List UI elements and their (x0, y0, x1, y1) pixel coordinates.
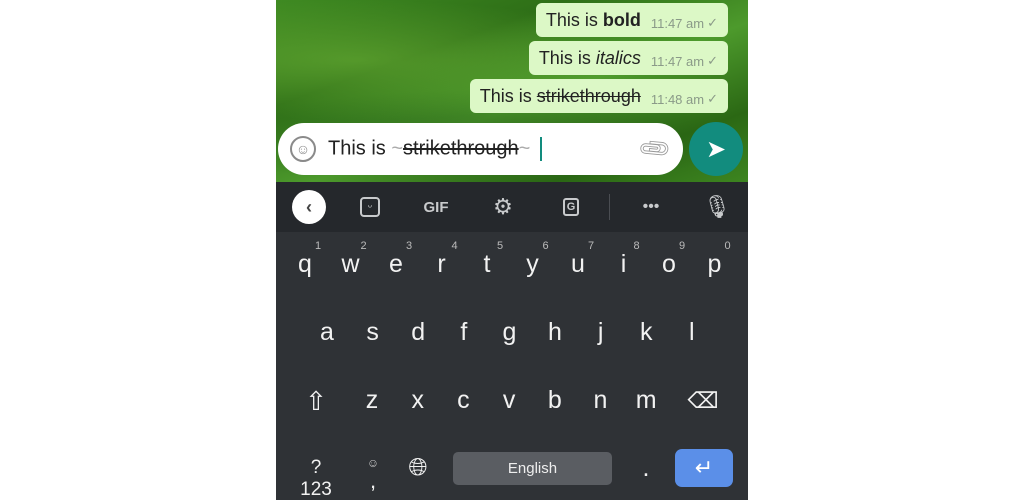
key-k[interactable]: k (626, 318, 666, 347)
sent-check-icon: ✓ (707, 15, 718, 30)
space-bar[interactable]: English (453, 452, 612, 485)
key-l[interactable]: l (672, 318, 712, 347)
key-u[interactable]: u (558, 250, 598, 279)
period-key[interactable]: . (626, 454, 666, 483)
message-bold-text: bold (602, 9, 641, 30)
key-j[interactable]: j (581, 318, 621, 347)
key-v[interactable]: v (489, 386, 529, 415)
message-bubble[interactable]: This is strikethrough 11:48 am ✓ (469, 79, 728, 113)
key-s[interactable]: s (353, 318, 393, 347)
key-z[interactable]: z (352, 386, 392, 415)
message-input[interactable]: ☺ This is ~strikethrough~ 📎︎ (278, 123, 683, 175)
key-p[interactable]: p (695, 250, 735, 279)
message-bubble[interactable]: This is italics 11:47 am ✓ (528, 41, 728, 75)
emoji-icon[interactable]: ☺ (290, 136, 316, 162)
key-y[interactable]: y (513, 250, 553, 279)
key-hint: 5 (496, 240, 504, 252)
message-time: 11:47 am (650, 53, 705, 69)
message-text: This is (545, 9, 603, 30)
enter-icon: ↵ (694, 455, 714, 480)
message-text: This is (538, 47, 596, 68)
key-h[interactable]: h (535, 318, 575, 347)
more-icon[interactable]: ••• (636, 182, 666, 232)
key-n[interactable]: n (581, 386, 621, 415)
message-strike-text: strikethrough (536, 85, 641, 106)
key-hint: 3 (405, 240, 413, 252)
key-m[interactable]: m (626, 386, 666, 415)
gif-button[interactable]: GIF (416, 182, 456, 232)
key-f[interactable]: f (444, 318, 484, 347)
sent-check-icon: ✓ (707, 53, 718, 68)
chat-area: This is bold 11:47 am ✓ This is italics 1… (276, 0, 748, 182)
toolbar-divider (609, 194, 610, 220)
send-button[interactable]: ➤ (689, 122, 743, 176)
translate-icon[interactable]: G (556, 182, 586, 232)
message-time: 11:48 am (650, 91, 705, 107)
phone-screen: This is bold 11:47 am ✓ This is italics 1… (276, 0, 748, 500)
key-q[interactable]: q (285, 250, 325, 279)
send-icon: ➤ (705, 135, 727, 163)
key-d[interactable]: d (398, 318, 438, 347)
key-r[interactable]: r (422, 250, 462, 279)
tilde-marker: ~ (518, 137, 531, 160)
symbols-key[interactable]: ?123 (296, 457, 336, 500)
shift-key[interactable]: ⇧ (296, 386, 336, 417)
settings-gear-icon[interactable]: ⚙ (488, 182, 518, 232)
message-italic-text: italics (595, 47, 641, 68)
key-x[interactable]: x (398, 386, 438, 415)
key-e[interactable]: e (376, 250, 416, 279)
microphone-icon[interactable]: 🎙︎ (702, 182, 732, 232)
back-icon[interactable]: ‹ (292, 190, 326, 224)
keyboard-toolbar: ‹ ᵕ GIF ⚙ G ••• 🎙︎ (276, 182, 748, 232)
key-hint: 0 (724, 240, 731, 252)
comma-key[interactable]: ☺, (353, 454, 393, 493)
key-a[interactable]: a (307, 318, 347, 347)
enter-key[interactable]: ↵ (675, 449, 733, 487)
key-t[interactable]: t (467, 250, 507, 279)
message-time: 11:47 am (650, 15, 705, 31)
key-hint: 9 (678, 240, 686, 252)
message-text: This is (479, 85, 537, 106)
key-hint: 7 (587, 240, 595, 252)
backspace-key[interactable]: ⌫ (683, 388, 723, 414)
sticker-icon[interactable]: ᵕ (356, 182, 384, 232)
attach-icon[interactable]: 📎︎ (636, 130, 674, 168)
globe-icon[interactable]: 🌐︎ (398, 454, 438, 482)
text-cursor (540, 137, 543, 161)
key-hint: 6 (542, 240, 549, 252)
key-hint: 4 (451, 240, 458, 252)
comma-label: , (369, 468, 377, 493)
sent-check-icon: ✓ (707, 91, 718, 106)
input-strike-text: strikethrough (403, 137, 519, 160)
key-b[interactable]: b (535, 386, 575, 415)
input-text: This is (328, 137, 392, 160)
keyboard: ⇧ ⌫ ?123 ☺, 🌐︎ English . ↵ q1w2e3r4t5y6u… (276, 232, 748, 500)
key-hint: 2 (360, 240, 367, 252)
key-hint: 8 (633, 240, 640, 252)
key-o[interactable]: o (649, 250, 689, 279)
tilde-marker: ~ (391, 137, 404, 160)
key-c[interactable]: c (443, 386, 483, 415)
key-i[interactable]: i (604, 250, 644, 279)
key-g[interactable]: g (489, 318, 529, 347)
key-w[interactable]: w (331, 250, 371, 279)
key-hint: 1 (314, 240, 322, 252)
message-bubble[interactable]: This is bold 11:47 am ✓ (535, 3, 728, 37)
